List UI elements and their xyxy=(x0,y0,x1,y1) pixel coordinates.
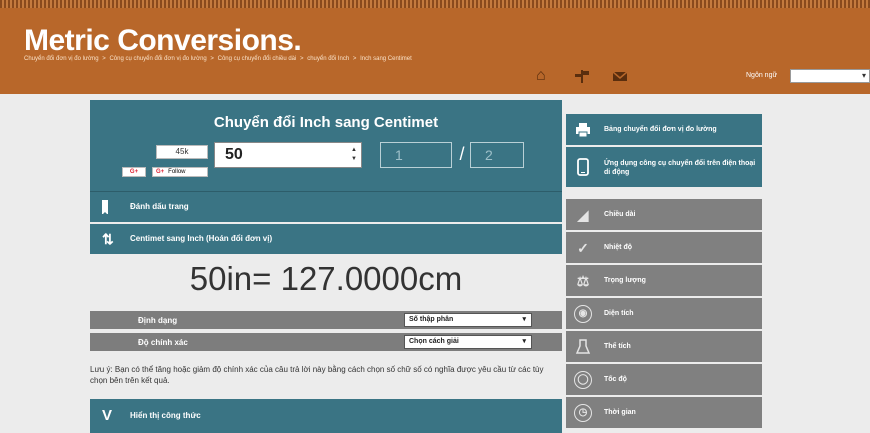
sidebar-item-label: Nhiệt độ xyxy=(604,244,632,251)
precision-label: Độ chính xác xyxy=(138,338,188,347)
breadcrumb-item[interactable]: chuyển đổi Inch xyxy=(307,56,349,62)
show-formula-bar[interactable]: V Hiển thị công thức xyxy=(90,399,562,433)
home-icon[interactable]: ⌂ xyxy=(536,68,546,84)
signpost-icon[interactable] xyxy=(574,68,590,88)
sidebar-item-volume[interactable]: Thể tích xyxy=(566,331,762,362)
breadcrumb-separator: > xyxy=(210,56,214,62)
mobile-icon xyxy=(574,158,592,176)
fraction-denominator-input[interactable]: 2 xyxy=(470,142,524,168)
breadcrumb-separator: > xyxy=(102,56,106,62)
value-input[interactable]: 50 ▲ ▼ xyxy=(214,142,362,168)
formula-icon: V xyxy=(102,407,113,424)
sidebar-item-weight[interactable]: ⚖ Trọng lượng xyxy=(566,265,762,296)
sidebar-item-temperature[interactable]: ✓ Nhiệt độ xyxy=(566,232,762,263)
thermometer-icon: ✓ xyxy=(577,240,589,256)
formula-label: Hiển thị công thức xyxy=(130,411,201,420)
sidebar-item-area[interactable]: ◉ Diện tích xyxy=(566,298,762,329)
format-value: Số thập phân xyxy=(409,316,454,323)
precision-select[interactable]: Chọn cách giải ▾ xyxy=(404,335,532,349)
gplus-button[interactable]: G+ xyxy=(122,167,146,177)
breadcrumb-separator: > xyxy=(300,56,304,62)
language-label: Ngôn ngữ xyxy=(746,72,778,79)
sidebar-item-conversion-tables[interactable]: Bảng chuyển đổi đơn vị đo lường xyxy=(566,114,762,145)
bookmark-bar[interactable]: Đánh dấu trang xyxy=(90,192,562,222)
main-content: Chuyển đổi Inch sang Centimet 45k G+ G+ F… xyxy=(90,100,562,433)
gplus-icon: G+ xyxy=(156,169,165,175)
spinner-icon[interactable]: ▲ ▼ xyxy=(351,146,357,164)
sidebar-item-label: Tốc độ xyxy=(604,376,627,383)
breadcrumb-current: Inch sang Centimet xyxy=(360,56,412,62)
converter-title: Chuyển đổi Inch sang Centimet xyxy=(213,114,439,131)
swap-units-bar[interactable]: ⇅ Centimet sang Inch (Hoán đổi đơn vị) xyxy=(90,224,562,254)
scale-icon: ⚖ xyxy=(576,273,590,289)
sidebar-item-label: Thời gian xyxy=(604,409,636,416)
follow-label: Follow xyxy=(168,169,186,175)
globe-icon: ◉ xyxy=(574,305,592,323)
breadcrumb: Chuyển đổi đơn vị đo lường > Công cụ chu… xyxy=(24,56,414,62)
swap-label: Centimet sang Inch (Hoán đổi đơn vị) xyxy=(130,234,273,243)
site-header: Metric Conversions. Chuyển đổi đơn vị đo… xyxy=(0,0,870,94)
bookmark-label: Đánh dấu trang xyxy=(130,202,189,211)
clock-icon: ◷ xyxy=(574,404,592,422)
beaker-icon xyxy=(574,338,592,356)
format-row: Định dạng Số thập phân ▾ xyxy=(90,311,562,329)
sidebar-item-time[interactable]: ◷ Thời gian xyxy=(566,397,762,428)
share-counter: 45k xyxy=(156,145,208,159)
format-label: Định dạng xyxy=(138,316,178,325)
breadcrumb-item[interactable]: Chuyển đổi đơn vị đo lường xyxy=(24,56,99,62)
sidebar-item-label: Thể tích xyxy=(604,343,631,350)
ruler-icon: ◢ xyxy=(577,207,589,223)
breadcrumb-item[interactable]: Công cụ chuyển đổi đơn vị đo lường xyxy=(109,56,206,62)
chevron-down-icon: ▾ xyxy=(522,338,526,345)
converter-panel: Chuyển đổi Inch sang Centimet 45k G+ G+ F… xyxy=(90,100,562,192)
chevron-down-icon: ▾ xyxy=(861,71,866,80)
fraction-separator: / xyxy=(459,144,465,164)
precision-row: Độ chính xác Chọn cách giải ▾ xyxy=(90,333,562,351)
sidebar-item-label: Bảng chuyển đổi đơn vị đo lường xyxy=(604,126,717,133)
precision-value: Chọn cách giải xyxy=(409,338,459,345)
follow-button[interactable]: G+ Follow xyxy=(152,167,208,177)
precision-note: Lưu ý: Bạn có thể tăng hoặc giảm độ chín… xyxy=(90,365,544,385)
sidebar-item-label: Ứng dụng công cụ chuyển đổi trên điện th… xyxy=(604,160,756,176)
chevron-down-icon: ▾ xyxy=(522,316,526,323)
fraction-numerator-input[interactable]: 1 xyxy=(380,142,452,168)
conversion-result: 50in= 127.0000cm xyxy=(189,260,463,297)
value-input-text: 50 xyxy=(225,146,243,163)
swap-icon: ⇅ xyxy=(102,231,114,247)
language-select[interactable]: ▾ xyxy=(790,69,870,83)
header-stripe xyxy=(0,0,870,8)
sidebar-item-speed[interactable]: ◯ Tốc độ xyxy=(566,364,762,395)
sidebar-item-mobile-app[interactable]: Ứng dụng công cụ chuyển đổi trên điện th… xyxy=(566,147,762,187)
breadcrumb-item[interactable]: Công cụ chuyển đổi chiều dài xyxy=(218,56,297,62)
printer-icon xyxy=(574,121,592,139)
format-select[interactable]: Số thập phân ▾ xyxy=(404,313,532,327)
speedometer-icon: ◯ xyxy=(574,371,592,389)
sidebar-item-length[interactable]: ◢ Chiều dài xyxy=(566,199,762,230)
sidebar-item-label: Trọng lượng xyxy=(604,277,646,284)
site-logo[interactable]: Metric Conversions. xyxy=(24,24,302,58)
breadcrumb-separator: > xyxy=(352,56,357,62)
mail-icon[interactable] xyxy=(612,68,628,88)
bookmark-icon xyxy=(102,200,108,215)
sidebar-item-label: Diện tích xyxy=(604,310,634,317)
sidebar-item-label: Chiều dài xyxy=(604,211,636,218)
